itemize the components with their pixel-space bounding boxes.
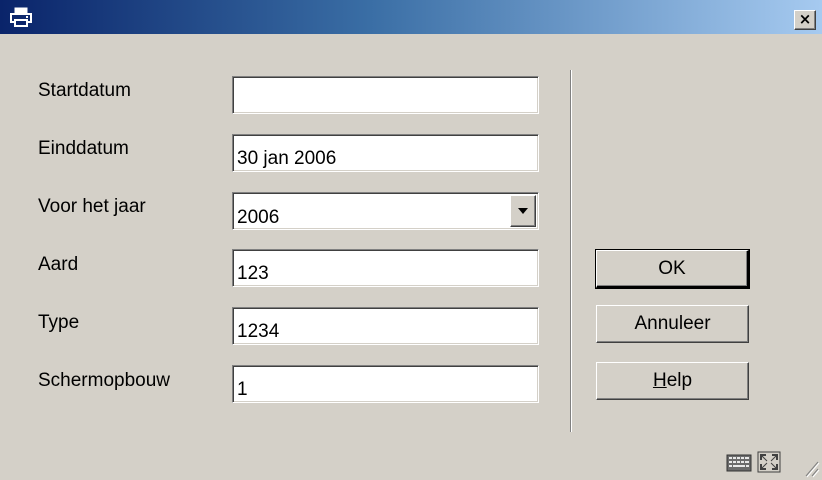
schermopbouw-input[interactable]: 1 bbox=[232, 365, 539, 403]
help-label-rest: elp bbox=[666, 370, 693, 391]
aard-label: Aard bbox=[38, 254, 79, 275]
resize-grip-icon[interactable] bbox=[800, 456, 820, 478]
ok-button[interactable]: OK bbox=[595, 249, 750, 289]
aard-input[interactable]: 123 bbox=[232, 249, 539, 287]
einddatum-label: Einddatum bbox=[38, 138, 129, 159]
type-label: Type bbox=[38, 312, 80, 333]
startdatum-input[interactable] bbox=[232, 76, 539, 114]
keyboard-icon[interactable] bbox=[726, 450, 752, 474]
printer-icon bbox=[10, 7, 32, 27]
voor-het-jaar-label: Voor het jaar bbox=[38, 196, 146, 217]
maximize-icon[interactable] bbox=[756, 450, 782, 474]
dropdown-arrow-icon[interactable] bbox=[510, 195, 536, 227]
vertical-separator bbox=[570, 70, 572, 432]
startdatum-label: Startdatum bbox=[38, 80, 131, 101]
type-input[interactable]: 1234 bbox=[232, 307, 539, 345]
einddatum-input[interactable]: 30 jan 2006 bbox=[232, 134, 539, 172]
cancel-button[interactable]: Annuleer bbox=[596, 305, 749, 343]
help-button[interactable]: Help bbox=[596, 362, 749, 400]
voor-het-jaar-value: 2006 bbox=[237, 207, 280, 228]
close-button[interactable]: × bbox=[794, 10, 816, 30]
title-bar: × bbox=[0, 0, 822, 34]
help-mnemonic: H bbox=[652, 370, 667, 391]
voor-het-jaar-select[interactable]: 2006 bbox=[232, 192, 539, 230]
schermopbouw-label: Schermopbouw bbox=[38, 370, 171, 391]
